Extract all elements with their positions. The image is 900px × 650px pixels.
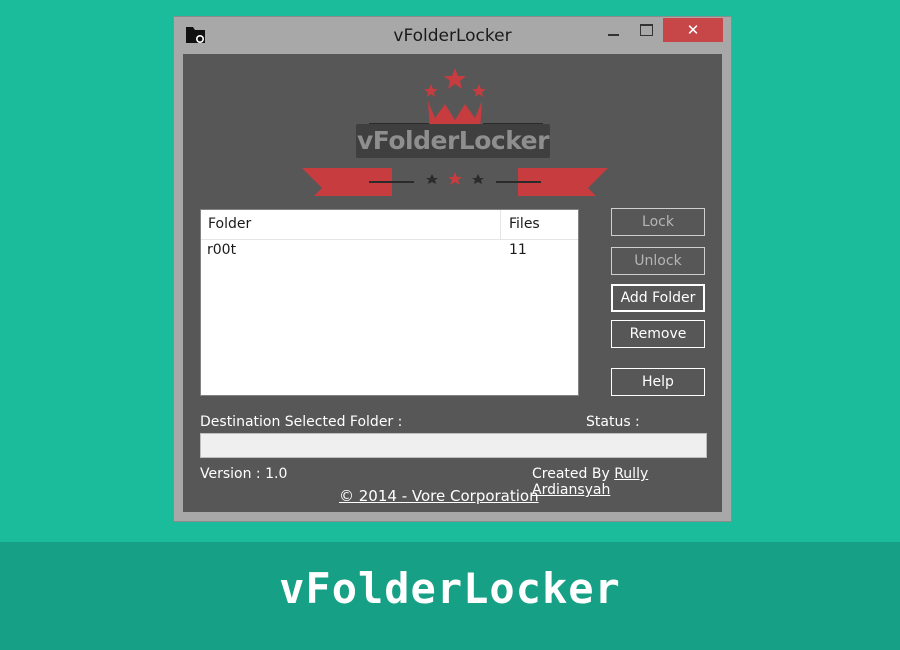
status-label: Status : [586,414,640,430]
remove-button[interactable]: Remove [611,320,705,348]
close-icon: ✕ [686,21,700,39]
logo-text: vFolderLocker [356,124,550,158]
destination-label: Destination Selected Folder : [200,414,403,430]
unlock-button[interactable]: Unlock [611,247,705,275]
minimize-button[interactable] [606,23,622,39]
add-folder-button[interactable]: Add Folder [611,284,705,312]
client-area: vFolderLocker Folder Files r00t 11 Lock … [183,54,722,512]
maximize-button[interactable] [640,24,653,36]
version-label: Version : 1.0 [200,466,288,482]
star-icon [444,68,466,89]
lock-button[interactable]: Lock [611,208,705,236]
created-by-label: Created By Rully Ardiansyah [532,466,722,498]
star-icon [448,172,462,185]
copyright-link[interactable]: © 2014 - Vore Corporation [339,487,539,505]
created-by-text: Created By [532,466,610,482]
star-icon [424,84,438,97]
folder-list[interactable]: Folder Files r00t 11 [200,209,579,396]
column-header-folder[interactable]: Folder [208,216,251,232]
star-icon [472,84,486,97]
star-icon [426,174,438,184]
destination-field [200,433,707,458]
folder-name: r00t [207,242,237,258]
app-window: vFolderLocker ✕ vFolderLocker Folder Fil… [173,16,732,522]
list-header: Folder Files [201,210,578,240]
file-count: 11 [509,242,527,258]
close-button[interactable]: ✕ [663,18,723,42]
list-item[interactable]: r00t 11 [201,241,578,263]
column-header-files[interactable]: Files [509,216,540,232]
column-divider[interactable] [500,210,501,239]
banner-title: vFolderLocker [279,564,621,613]
help-button[interactable]: Help [611,368,705,396]
star-icon [472,174,484,184]
title-bar[interactable]: vFolderLocker ✕ [174,17,731,53]
